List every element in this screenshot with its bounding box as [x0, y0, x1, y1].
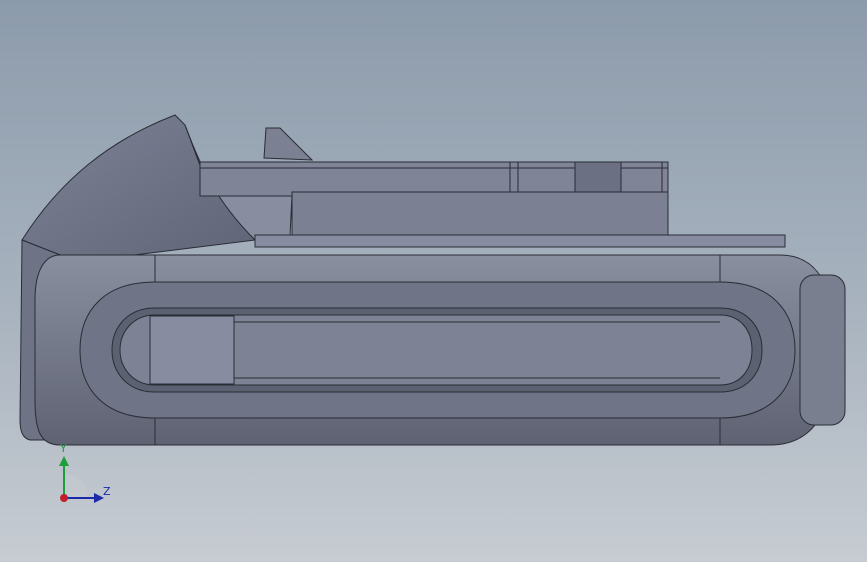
triad-y-arrow: [59, 456, 69, 466]
triad-z-label: Z: [103, 485, 111, 498]
recess-pad: [149, 315, 235, 385]
orientation-triad: Y Z: [40, 440, 130, 520]
front-cap: [799, 274, 846, 426]
battery-pack-model[interactable]: [0, 0, 867, 562]
triad-y-label: Y: [60, 442, 67, 455]
triad-origin: [60, 494, 68, 502]
mid-step: [254, 234, 786, 248]
top-rail-slot: [574, 161, 622, 197]
mid-block: [291, 191, 669, 241]
triad-plane-quadrant: [64, 474, 88, 498]
graphics-viewport[interactable]: Y Z: [0, 0, 867, 562]
latch-tab: [263, 127, 314, 161]
